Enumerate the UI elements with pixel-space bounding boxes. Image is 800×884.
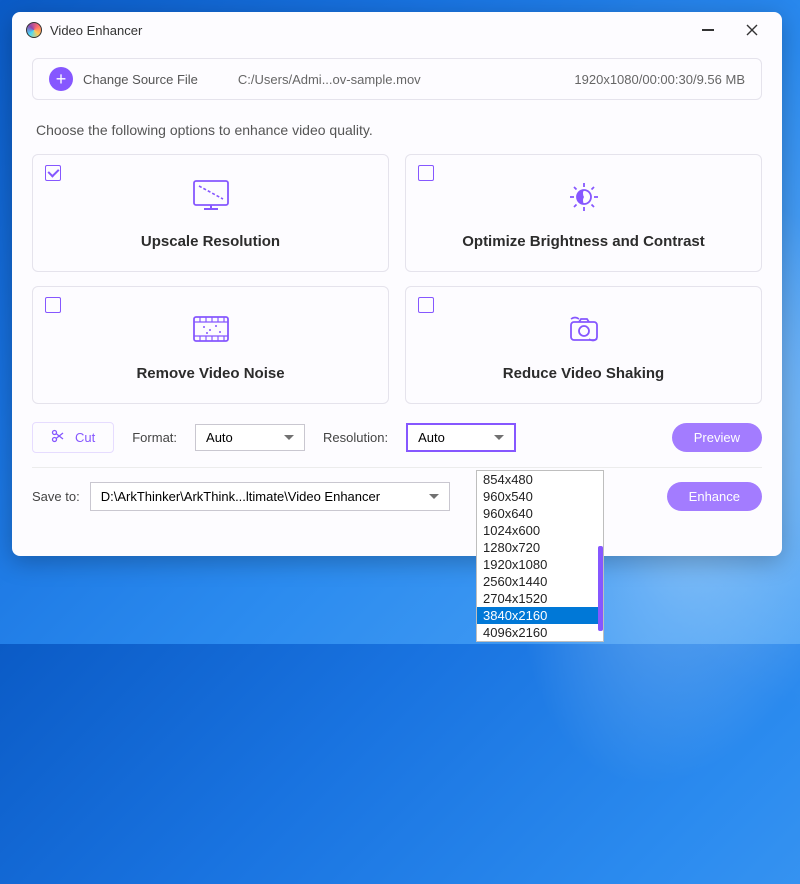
- resolution-value: Auto: [418, 430, 445, 445]
- option-brightness-contrast[interactable]: Optimize Brightness and Contrast: [405, 154, 762, 272]
- option-checkbox[interactable]: [418, 297, 434, 313]
- monitor-icon: [187, 177, 235, 217]
- option-label: Optimize Brightness and Contrast: [462, 233, 705, 250]
- sun-icon: [560, 177, 608, 217]
- resolution-option[interactable]: 1280x720: [477, 539, 603, 556]
- resolution-option[interactable]: 1024x600: [477, 522, 603, 539]
- save-row: Save to: D:\ArkThinker\ArkThink...ltimat…: [32, 482, 762, 511]
- caret-down-icon: [284, 435, 294, 440]
- window-controls: [694, 16, 774, 44]
- minimize-button[interactable]: [694, 16, 722, 44]
- cut-button[interactable]: Cut: [32, 422, 114, 453]
- video-enhancer-window: Video Enhancer + Change Source File C:/U…: [12, 12, 782, 556]
- option-label: Reduce Video Shaking: [503, 365, 664, 382]
- format-value: Auto: [206, 430, 233, 445]
- change-source-label: Change Source File: [83, 72, 198, 87]
- resolution-option[interactable]: 2560x1440: [477, 573, 603, 590]
- save-to-label: Save to:: [32, 489, 80, 504]
- resolution-option[interactable]: 960x640: [477, 505, 603, 522]
- change-source-button[interactable]: + Change Source File: [49, 67, 198, 91]
- resolution-option[interactable]: 2704x1520: [477, 590, 603, 607]
- cut-label: Cut: [75, 430, 95, 445]
- format-resolution-row: Cut Format: Auto Resolution: Auto Previe…: [32, 422, 762, 453]
- option-remove-noise[interactable]: Remove Video Noise: [32, 286, 389, 404]
- titlebar: Video Enhancer: [12, 12, 782, 48]
- option-label: Upscale Resolution: [141, 233, 280, 250]
- save-path-input[interactable]: D:\ArkThinker\ArkThink...ltimate\Video E…: [90, 482, 450, 511]
- resolution-select[interactable]: Auto: [406, 423, 516, 452]
- instructions-text: Choose the following options to enhance …: [36, 122, 758, 138]
- plus-icon: +: [49, 67, 73, 91]
- preview-button[interactable]: Preview: [672, 423, 762, 452]
- format-label: Format:: [132, 430, 177, 445]
- close-button[interactable]: [738, 16, 766, 44]
- option-label: Remove Video Noise: [136, 365, 284, 382]
- option-upscale-resolution[interactable]: Upscale Resolution: [32, 154, 389, 272]
- divider: [32, 467, 762, 468]
- option-checkbox[interactable]: [418, 165, 434, 181]
- resolution-option[interactable]: 4096x2160: [477, 624, 603, 641]
- scissors-icon: [51, 429, 65, 446]
- resolution-option[interactable]: 854x480: [477, 471, 603, 488]
- resolution-option[interactable]: 960x540: [477, 488, 603, 505]
- source-path: C:/Users/Admi...ov-sample.mov: [238, 72, 421, 87]
- resolution-option[interactable]: 3840x2160: [477, 607, 603, 624]
- enhancement-options: Upscale Resolution: [32, 154, 762, 404]
- option-checkbox[interactable]: [45, 165, 61, 181]
- resolution-dropdown: 854x480960x540960x6401024x6001280x720192…: [476, 470, 604, 642]
- caret-down-icon: [429, 494, 439, 499]
- option-checkbox[interactable]: [45, 297, 61, 313]
- scrollbar-thumb[interactable]: [598, 546, 603, 631]
- option-reduce-shaking[interactable]: Reduce Video Shaking: [405, 286, 762, 404]
- source-metadata: 1920x1080/00:00:30/9.56 MB: [574, 72, 745, 87]
- camera-shake-icon: [560, 309, 608, 349]
- source-file-bar: + Change Source File C:/Users/Admi...ov-…: [32, 58, 762, 100]
- window-title: Video Enhancer: [50, 23, 694, 38]
- caret-down-icon: [494, 435, 504, 440]
- save-path-text: D:\ArkThinker\ArkThink...ltimate\Video E…: [101, 489, 380, 504]
- resolution-option[interactable]: 1920x1080: [477, 556, 603, 573]
- enhance-button[interactable]: Enhance: [667, 482, 762, 511]
- palette-icon: [26, 22, 42, 38]
- resolution-label: Resolution:: [323, 430, 388, 445]
- filmstrip-icon: [187, 309, 235, 349]
- format-select[interactable]: Auto: [195, 424, 305, 451]
